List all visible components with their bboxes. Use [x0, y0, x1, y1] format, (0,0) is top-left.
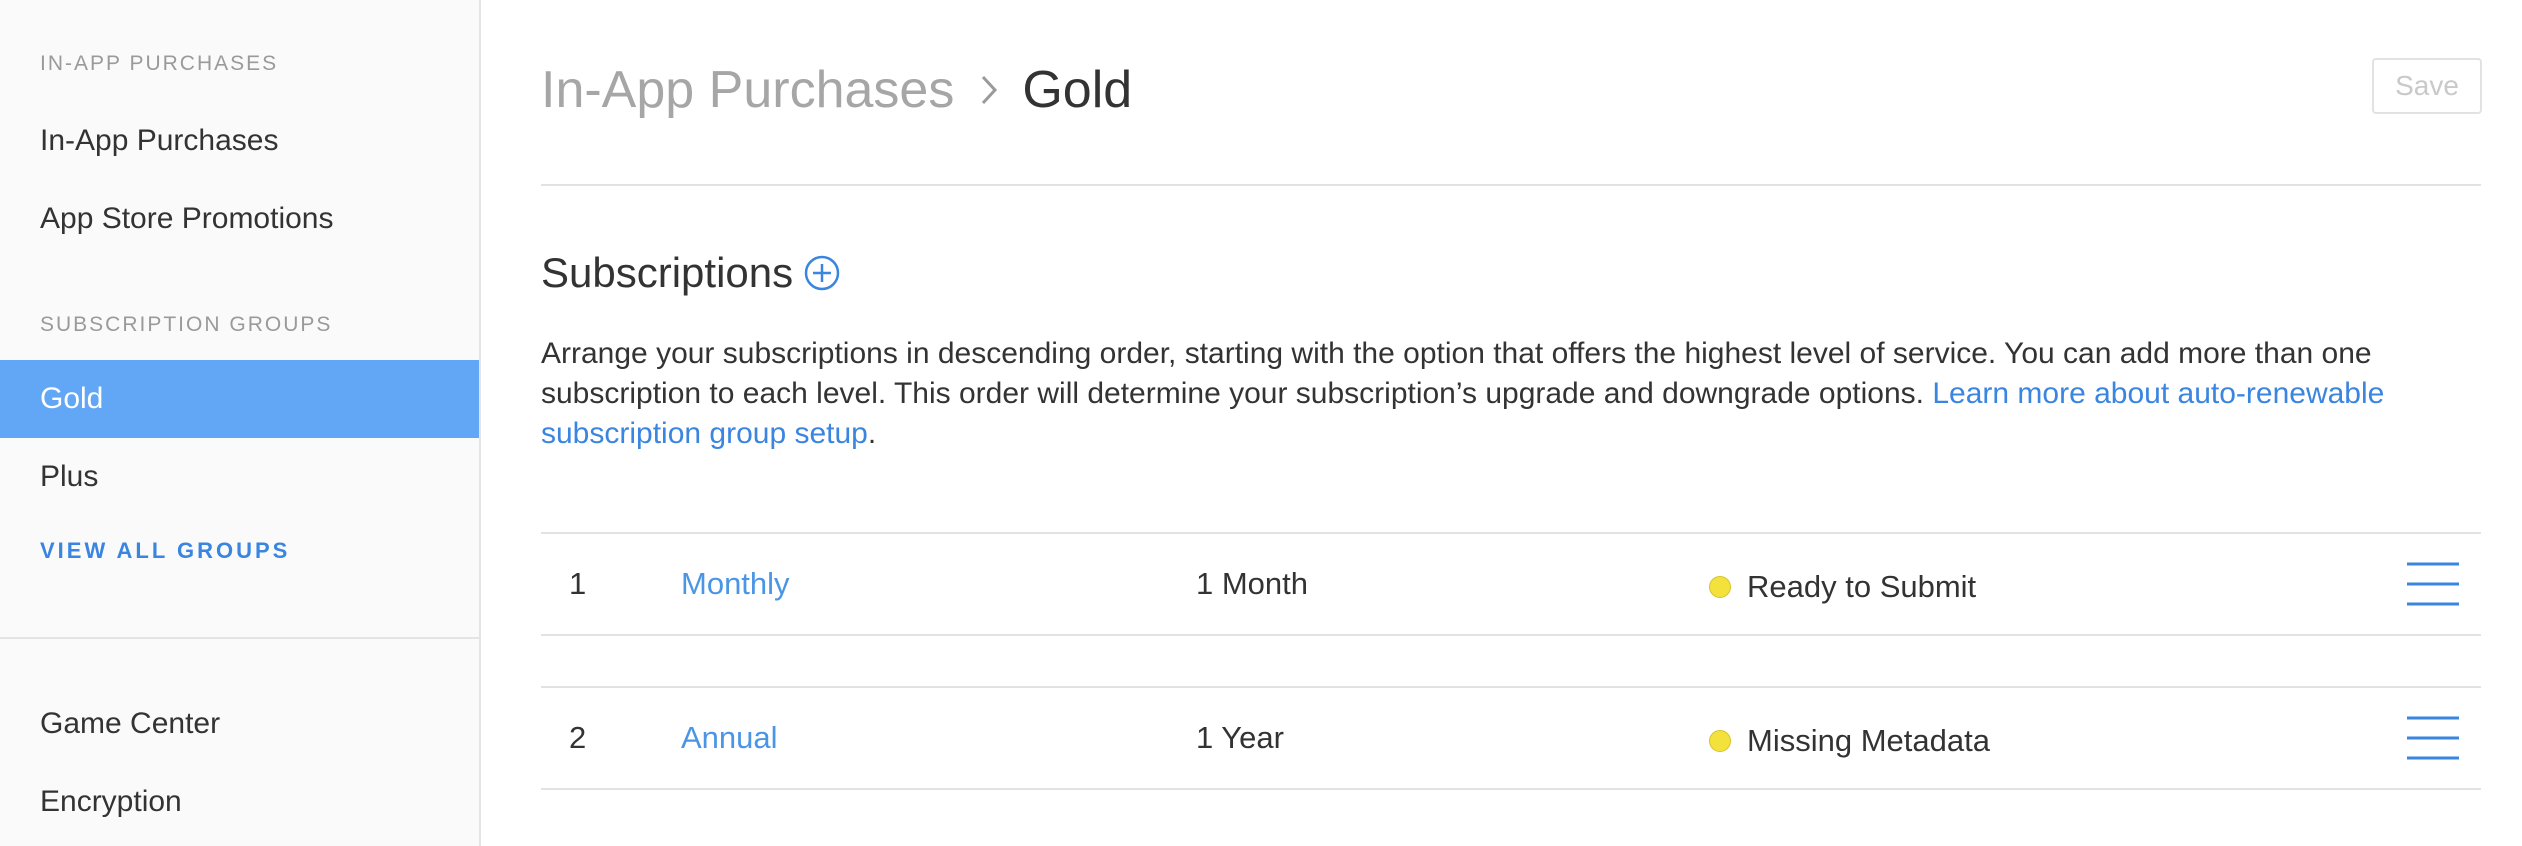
- subscription-duration: 1 Year: [1196, 720, 1284, 755]
- subscription-status: Missing Metadata: [1709, 691, 1990, 791]
- subscriptions-section-title: Subscriptions: [541, 245, 841, 301]
- subscription-status: Ready to Submit: [1709, 537, 1976, 637]
- sidebar-divider: [0, 637, 479, 639]
- breadcrumb-parent-link[interactable]: In-App Purchases: [541, 60, 954, 120]
- subscription-row[interactable]: 1 Monthly 1 Month Ready to Submit: [541, 532, 2481, 636]
- subscription-name-link[interactable]: Monthly: [681, 534, 790, 634]
- status-dot-icon: [1709, 730, 1731, 752]
- sidebar-section-heading-subscription-groups: SUBSCRIPTION GROUPS: [40, 313, 333, 336]
- chevron-right-icon: [980, 74, 998, 106]
- main-content: In-App Purchases Gold Save Subscriptions…: [541, 0, 2482, 846]
- description-period: .: [867, 417, 877, 450]
- subscriptions-description: Arrange your subscriptions in descending…: [541, 334, 2481, 454]
- subscription-rank: 2: [569, 720, 587, 755]
- subscription-rank: 1: [569, 566, 587, 601]
- sidebar-item-gold[interactable]: Gold: [0, 360, 479, 438]
- subscription-status-label: Missing Metadata: [1747, 723, 1990, 758]
- header-divider: [541, 184, 2481, 186]
- sidebar-item-in-app-purchases[interactable]: In-App Purchases: [0, 102, 479, 180]
- add-subscription-plus-circle-icon[interactable]: [803, 254, 841, 292]
- sidebar-item-encryption[interactable]: Encryption: [0, 763, 479, 841]
- sidebar: IN-APP PURCHASES In-App Purchases App St…: [0, 0, 481, 846]
- sidebar-item-plus[interactable]: Plus: [0, 438, 479, 516]
- sidebar-item-game-center[interactable]: Game Center: [0, 685, 479, 763]
- subscription-row[interactable]: 2 Annual 1 Year Missing Metadata: [541, 686, 2481, 790]
- subscription-duration: 1 Month: [1196, 566, 1309, 601]
- subscription-name-link[interactable]: Annual: [681, 688, 778, 788]
- hamburger-icon[interactable]: [2407, 715, 2459, 761]
- sidebar-section-heading-in-app-purchases: IN-APP PURCHASES: [40, 52, 279, 75]
- hamburger-icon[interactable]: [2407, 561, 2459, 607]
- status-dot-icon: [1709, 576, 1731, 598]
- breadcrumb: In-App Purchases Gold: [541, 58, 1132, 122]
- subscription-status-label: Ready to Submit: [1747, 569, 1977, 604]
- breadcrumb-current: Gold: [1022, 61, 1133, 119]
- subscriptions-title: Subscriptions: [541, 249, 794, 296]
- save-button[interactable]: Save: [2372, 58, 2482, 114]
- sidebar-item-app-store-promotions[interactable]: App Store Promotions: [0, 180, 479, 258]
- view-all-groups-link[interactable]: VIEW ALL GROUPS: [40, 538, 290, 564]
